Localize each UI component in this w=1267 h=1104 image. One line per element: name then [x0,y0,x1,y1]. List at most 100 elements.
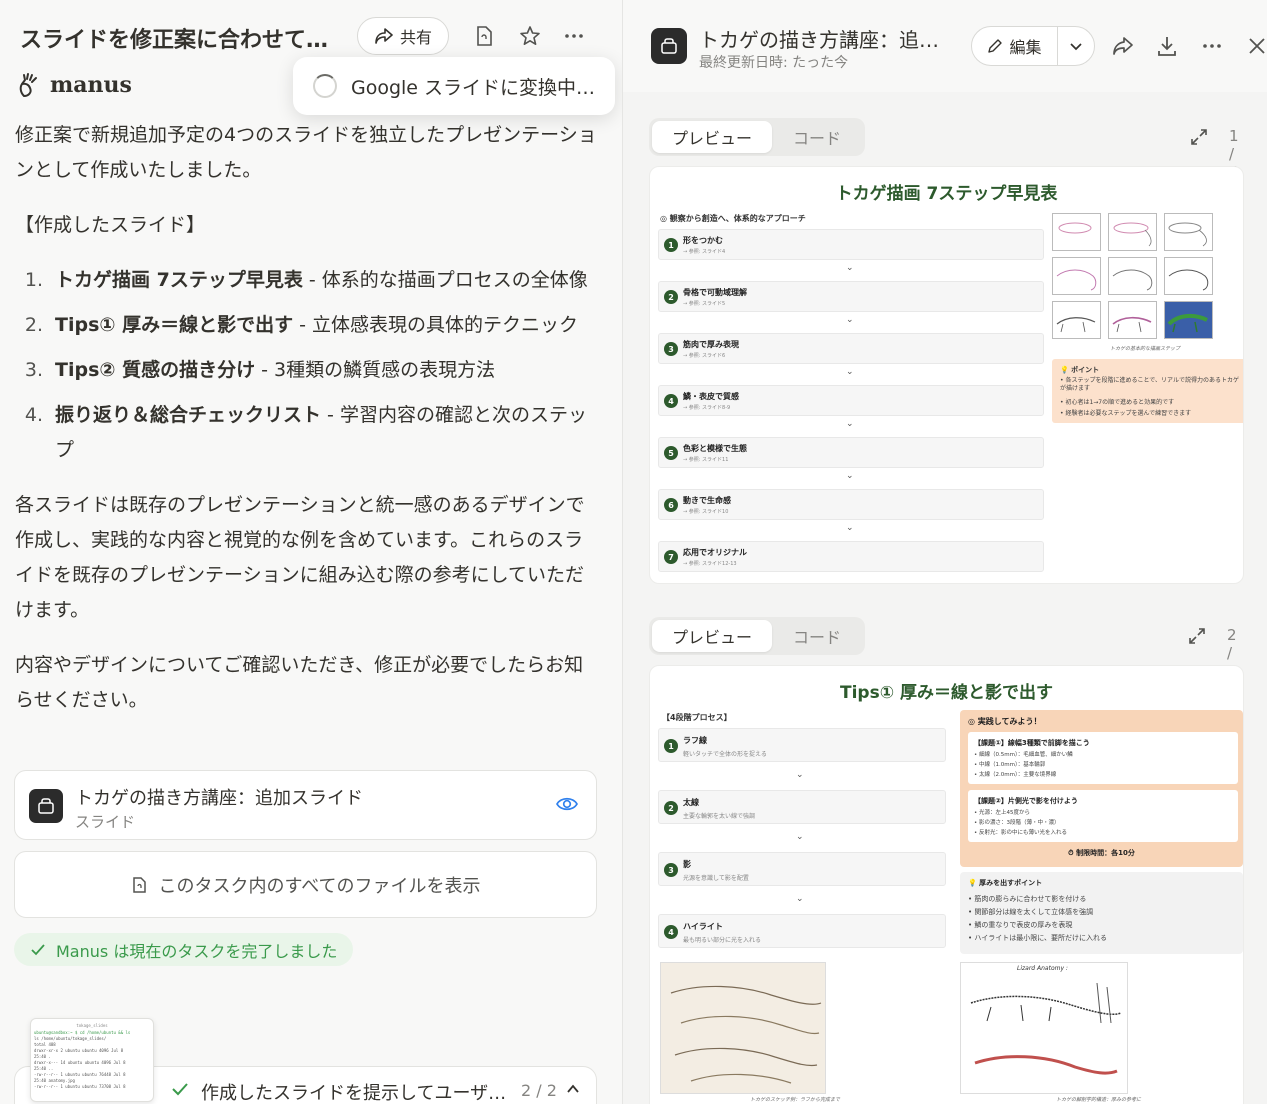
download-icon[interactable] [1155,34,1179,58]
current-step-text: 作成したスライドを提示してユーザ… [201,1083,507,1104]
process-step: 3 影光源を意識して影を配置 [658,852,946,886]
share-button[interactable]: 共有 [357,17,449,55]
message-body: 各スライドは既存のプレゼンテーションと統一感のあるデザインで作成し、実践的な内容… [15,494,585,621]
preview-header: トカゲの描き方講座：追… 最終更新日時: たった今 編集 [623,0,1267,92]
list-item: 2. Tips① 厚み＝線と影で出す - 立体感表現の具体的テクニック [24,314,579,336]
eye-icon[interactable] [556,795,578,813]
tab-preview[interactable]: プレビュー [652,620,772,652]
process-step: 2 太線 主要な輪郭を太い線で強調 [658,790,946,824]
point-title: 💡 ポイント [1060,366,1100,374]
edit-button[interactable]: 編集 [972,27,1058,65]
message-intro: 修正案で新規追加予定の4つのスライドを独立したプレゼンテーションとして作成いたし… [15,124,597,181]
convert-toast: Google スライドに変換中… [293,57,615,115]
tab-code[interactable]: コード [772,620,862,652]
chevron-down-icon: ⌄ [796,770,804,780]
share-label: 共有 [399,28,432,47]
sketch-thumb [1108,301,1157,339]
time-limit: ⏱ 制限時間：各10分 [1068,849,1135,857]
chat-panel: スライドを修正案に合わせて… 共有 manus Google スライドに変換中…… [0,0,622,1104]
process-step: 1 ラフ線 軽いタッチで全体の形を捉える [658,728,946,762]
logo-text: manus [50,72,132,98]
tab-preview[interactable]: プレビュー [652,121,772,153]
message-heading: 【作成したスライド】 [15,214,206,236]
expand-icon[interactable] [1187,626,1207,646]
more-icon[interactable] [1200,34,1224,58]
loading-spinner-icon [313,74,337,98]
slide-title: Tips① 厚み＝線と影で出す [839,683,1054,703]
step-card: 3 筋肉で厚み表現 → 参照: スライド6 [658,333,1044,364]
step-counter: 2 / 2 [521,1081,557,1100]
chevron-down-icon: ⌄ [846,523,854,533]
preview-title: トカゲの描き方講座：追… [699,28,939,52]
file-card-title: トカゲの描き方講座：追加スライド [75,788,363,809]
process-step: 4 ハイライト 最も明るい部分に光を入れる [658,914,946,948]
chevron-up-icon[interactable] [565,1081,581,1097]
practice-box: ◎ 実践してみよう！ 【課題①】線幅3種類で前脚を描こう • 細線（0.5mm）… [960,710,1243,867]
sketch-thumb [1052,301,1101,339]
share-icon [375,28,393,44]
edit-dropdown[interactable] [1058,39,1094,53]
close-icon[interactable] [1245,34,1267,58]
sketch-thumb [1164,301,1213,339]
file-icon[interactable] [472,24,496,48]
slide-file-card[interactable]: トカゲの描き方講座：追加スライド スライド [14,770,597,840]
lizard-sketch-image [660,962,826,1094]
message-closing: 内容やデザインについてご確認いただき、修正が必要でしたらお知らせください。 [15,654,584,711]
practice-title: ◎ 実践してみよう！ [968,717,1042,726]
chevron-down-icon: ⌄ [846,315,854,325]
tab-code[interactable]: コード [772,121,862,153]
edit-label: 編集 [1009,38,1042,57]
slide-section-1: プレビュー コード 1 / 4 トカゲ描画 7ステップ早見表 ◎ 観察から創造へ… [649,118,1244,588]
slide-preview-1: トカゲ描画 7ステップ早見表 ◎ 観察から創造へ、体系的なアプローチ 1 形をつか… [649,166,1244,584]
chevron-down-icon: ⌄ [846,471,854,481]
slides-file-icon [651,28,687,64]
view-tabs: プレビュー コード [649,617,865,655]
files-icon [133,876,147,893]
terminal-thumbnail[interactable]: tokage_slides ubuntu@sandbox:~ $ cd /hom… [30,1018,154,1102]
point-box: 💡 ポイント • 各ステップを段階に進めることで、リアルで説得力のあるトカゲが描… [1052,359,1243,423]
slide-section-2: プレビュー コード 2 / 4 Tips① 厚み＝線と影で出す 【4段階プロセス… [649,617,1244,1104]
assistant-message: 修正案で新規追加予定の4つのスライドを独立したプレゼンテーションとして作成いたし… [15,118,600,738]
sketch-thumb [1164,257,1213,295]
edit-button-group: 編集 [971,26,1095,66]
view-all-files-button[interactable]: このタスク内のすべてのファイルを表示 [14,851,597,918]
check-icon [172,1083,188,1096]
chevron-down-icon: ⌄ [796,832,804,842]
last-updated: 最終更新日時: たった今 [699,55,849,71]
list-item: 3. Tips② 質感の描き分け - 3種類の鱗質感の表現方法 [24,359,496,381]
task-card-2: 【課題②】片側光で影を付けよう • 光源：左上45度から • 影の濃さ：3段階（… [968,790,1238,842]
pencil-icon [988,39,1003,53]
list-item: 4. 振り返り＆総合チェックリスト - 学習内容の確認と次のステップ [24,404,587,461]
step-card: 7 応用でオリジナル → 参照: スライド12-13 [658,541,1044,572]
chevron-down-icon: ⌄ [846,263,854,273]
task-complete-badge: Manus は現在のタスクを完了しました [14,933,354,966]
chat-title: スライドを修正案に合わせて… [20,28,329,53]
list-item: 1. トカゲ描画 7ステップ早見表 - 体系的な描画プロセスの全体像 [24,269,588,291]
toast-text: Google スライドに変換中… [351,76,596,99]
sketch-thumb [1052,257,1101,295]
expand-icon[interactable] [1189,127,1209,147]
step-card: 6 動きで生命感 → 参照: スライド10 [658,489,1044,520]
sketch-thumb [1164,213,1213,251]
chevron-down-icon [1070,43,1082,51]
slide-list: 1. トカゲ描画 7ステップ早見表 - 体系的な描画プロセスの全体像 2. Tips… [15,263,600,468]
thickness-title: 💡 厚みを出すポイント [968,879,1043,887]
star-icon[interactable] [518,24,542,48]
view-tabs: プレビュー コード [649,118,865,156]
lizard-anatomy-image: Lizard Anatomy : [960,962,1128,1094]
chevron-down-icon: ⌄ [846,367,854,377]
task-complete-text: Manus は現在のタスクを完了しました [56,941,338,961]
image-caption: トカゲのスケッチ例：ラフから完成まで [750,1097,841,1103]
step-card: 1 形をつかむ → 参照: スライド4 [658,229,1044,260]
task-card-1: 【課題①】線幅3種類で前脚を描こう • 細線（0.5mm）：毛細血管、細かい鱗 … [968,732,1238,784]
chevron-down-icon: ⌄ [796,894,804,904]
step-card: 5 色彩と模様で生態 → 参照: スライド11 [658,437,1044,468]
share-icon[interactable] [1111,34,1135,58]
check-icon [31,943,45,955]
file-card-type: スライド [75,813,136,831]
more-icon[interactable] [562,24,586,48]
point-item: • 各ステップを段階に進めることで、リアルで説得力のあるトカゲが描けます [1060,377,1239,392]
sketch-thumb [1052,213,1101,251]
slides-file-icon [29,789,63,823]
anatomy-label: Lizard Anatomy : [1017,965,1068,972]
